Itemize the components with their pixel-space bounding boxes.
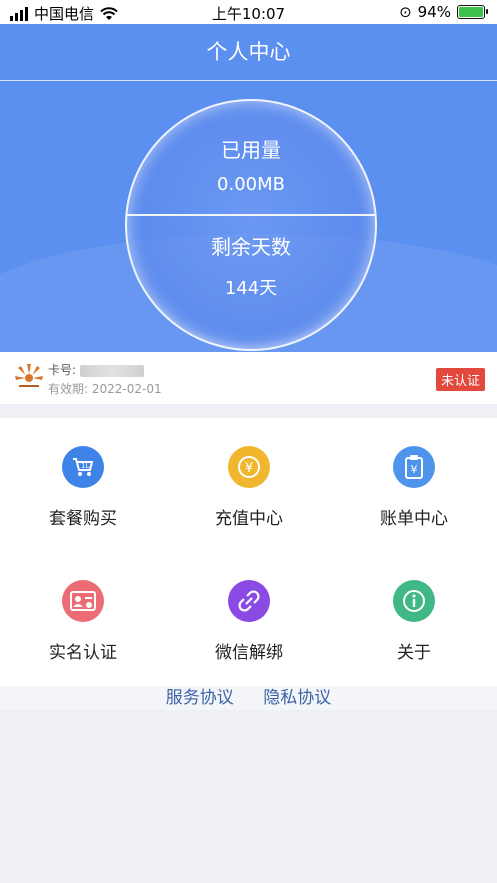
circle-divider	[127, 214, 375, 216]
profile-header: 个人中心 已用量 0.00MB 剩余天数 144天	[0, 24, 497, 352]
menu-label: 微信解绑	[215, 643, 283, 663]
svg-text:¥: ¥	[411, 463, 418, 476]
privacy-policy-link[interactable]: 隐私协议	[263, 686, 331, 710]
menu-label: 套餐购买	[49, 509, 117, 529]
service-agreement-link[interactable]: 服务协议	[166, 686, 234, 710]
menu-label: 充值中心	[215, 509, 283, 529]
expiry-value: 2022-02-01	[91, 382, 162, 396]
remaining-days-value: 144天	[224, 278, 278, 299]
menu-item-recharge[interactable]: ¥ 充值中心	[166, 418, 332, 552]
menu-item-about[interactable]: 关于	[331, 552, 497, 686]
menu-label: 关于	[397, 643, 431, 663]
menu-item-bill-center[interactable]: ¥ 账单中心	[331, 418, 497, 552]
id-card-icon	[62, 580, 104, 622]
bill-clipboard-icon: ¥	[393, 446, 435, 488]
brand-logo-icon	[15, 364, 43, 387]
header-divider	[0, 80, 497, 81]
card-number-label: 卡号:	[48, 363, 77, 377]
battery-percent: 94%	[417, 3, 451, 21]
expiry-label: 有效期:	[48, 382, 89, 396]
auth-status-badge[interactable]: 未认证	[435, 368, 485, 391]
menu-item-real-name-auth[interactable]: 实名认证	[0, 552, 166, 686]
footer-links: 服务协议 隐私协议	[0, 686, 497, 710]
card-number-redacted	[79, 364, 144, 377]
cart-icon: 1L	[62, 446, 104, 488]
menu-grid: 1L 套餐购买 ¥ 充值中心 ¥ 账单中心 实名认证 微信解绑 关于	[0, 418, 497, 686]
used-value: 0.00MB	[217, 174, 285, 195]
unlink-icon	[228, 580, 270, 622]
status-bar: 中国电信 上午10:07 ⊙ 94%	[0, 0, 497, 24]
remaining-days-label: 剩余天数	[211, 235, 291, 259]
menu-item-wechat-unbind[interactable]: 微信解绑	[166, 552, 332, 686]
used-label: 已用量	[221, 138, 281, 162]
menu-label: 实名认证	[49, 643, 117, 663]
card-info: 卡号: 有效期: 2022-02-01 未认证	[0, 352, 497, 404]
usage-circle: 已用量 0.00MB 剩余天数 144天	[125, 99, 377, 351]
menu-item-package-purchase[interactable]: 1L 套餐购买	[0, 418, 166, 552]
menu-label: 账单中心	[380, 509, 448, 529]
yen-coin-icon: ¥	[228, 446, 270, 488]
page-title: 个人中心	[206, 40, 291, 64]
orientation-lock-icon: ⊙	[399, 3, 412, 21]
svg-text:1L: 1L	[81, 462, 89, 470]
svg-text:¥: ¥	[245, 461, 253, 476]
info-icon	[393, 580, 435, 622]
battery-icon	[457, 5, 488, 19]
